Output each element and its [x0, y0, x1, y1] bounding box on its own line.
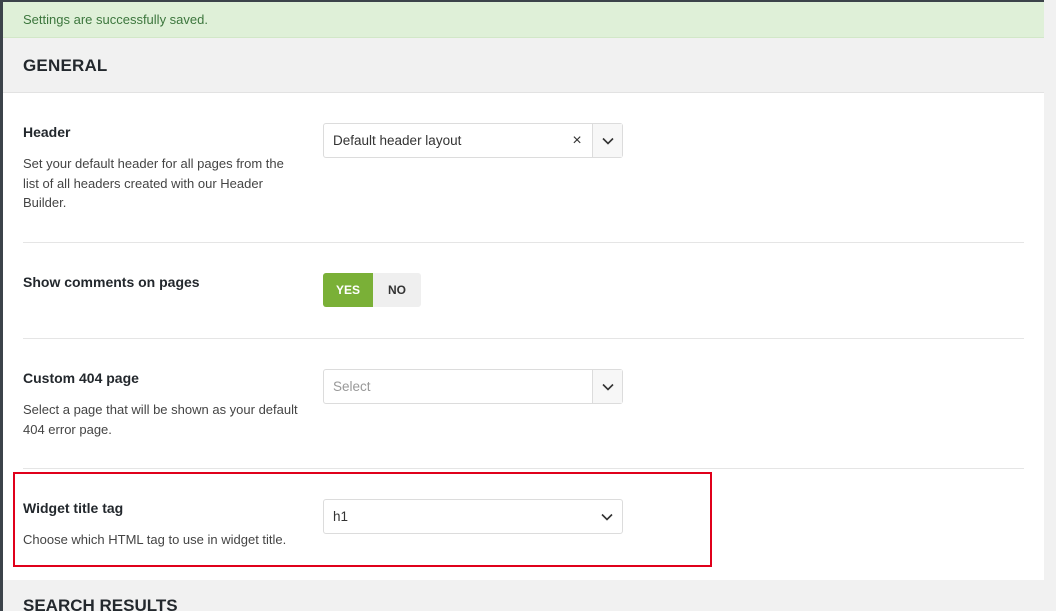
comments-toggle[interactable]: YES NO	[323, 273, 421, 307]
page404-label: Custom 404 page	[23, 370, 139, 386]
section-title-general: GENERAL	[3, 38, 1044, 93]
header-select-value: Default header layout	[333, 133, 462, 148]
page404-description: Select a page that will be shown as your…	[23, 402, 298, 437]
chevron-down-icon	[602, 383, 614, 391]
comments-no-option[interactable]: NO	[373, 273, 421, 307]
section-title-search-results: SEARCH RESULTS	[3, 580, 1044, 611]
comments-label: Show comments on pages	[23, 274, 200, 290]
close-icon[interactable]: ×	[570, 124, 584, 157]
highlight-box	[13, 472, 712, 567]
header-select-toggle[interactable]	[592, 124, 622, 157]
divider	[23, 468, 1024, 469]
divider	[23, 242, 1024, 243]
chevron-down-icon	[602, 137, 614, 145]
comments-yes-option[interactable]: YES	[323, 273, 373, 307]
divider	[23, 338, 1024, 339]
page404-select-toggle[interactable]	[592, 370, 622, 403]
header-description: Set your default header for all pages fr…	[23, 156, 284, 210]
success-notice: Settings are successfully saved.	[3, 2, 1044, 38]
settings-page: Settings are successfully saved. GENERAL…	[0, 0, 1056, 611]
page-right-margin	[1044, 0, 1056, 611]
page404-select[interactable]: Select	[323, 369, 623, 404]
page404-select-placeholder: Select	[333, 379, 371, 394]
header-label: Header	[23, 124, 71, 140]
header-select[interactable]: Default header layout ×	[323, 123, 623, 158]
